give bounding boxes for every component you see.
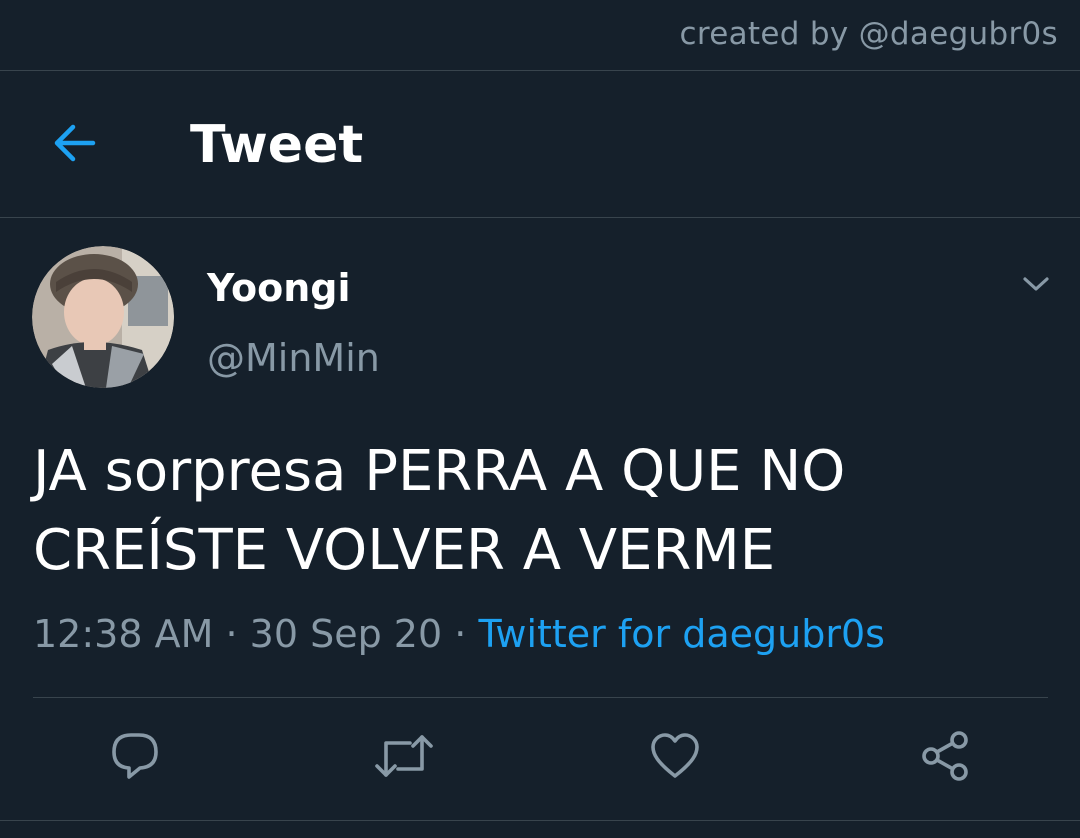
like-button[interactable]: [647, 730, 703, 786]
meta-separator: ·: [454, 612, 467, 656]
retweet-button[interactable]: [374, 730, 434, 786]
share-button[interactable]: [917, 730, 973, 786]
tweet-text: JA sorpresa PERRA A QUE NO CREÍSTE VOLVE…: [33, 439, 846, 583]
share-icon: [919, 730, 971, 787]
arrow-left-icon: [51, 123, 97, 168]
chevron-down-icon: [1021, 274, 1051, 299]
page-title: Tweet: [190, 115, 364, 175]
tweet-meta: 12:38 AM · 30 Sep 20 · Twitter for daegu…: [33, 612, 885, 656]
display-name[interactable]: Yoongi: [207, 266, 351, 310]
back-button[interactable]: [46, 117, 102, 173]
like-icon: [649, 732, 701, 785]
tweet-screen: created by @daegubr0s Tweet Yoongi @MinM…: [0, 0, 1080, 838]
user-handle[interactable]: @MinMin: [207, 336, 380, 380]
reply-button[interactable]: [107, 730, 163, 786]
tweet-date: 30 Sep 20: [249, 612, 443, 656]
tweet-actions-bar: [0, 698, 1080, 821]
reply-icon: [109, 731, 161, 786]
more-options-button[interactable]: [1016, 266, 1056, 306]
top-app-bar: Tweet: [0, 71, 1080, 218]
watermark-bar: created by @daegubr0s: [0, 0, 1080, 71]
avatar[interactable]: [32, 246, 174, 388]
tweet-source-link[interactable]: Twitter for daegubr0s: [478, 612, 884, 656]
watermark-text: created by @daegubr0s: [679, 16, 1058, 52]
retweet-icon: [374, 731, 434, 786]
tweet-time: 12:38 AM: [33, 612, 214, 656]
meta-separator: ·: [225, 612, 238, 656]
